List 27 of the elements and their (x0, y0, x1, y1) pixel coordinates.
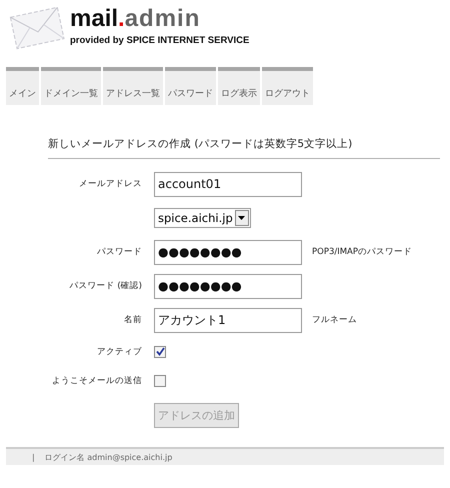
field-label: パスワード (確認) (70, 281, 142, 291)
form-title: 新しいメールアドレスの作成 (パスワードは英数字5文字以上) (48, 137, 354, 151)
logo-text: mail.admin (70, 6, 202, 32)
input-field[interactable]: アカウント1 (154, 308, 302, 332)
checkbox[interactable] (154, 346, 166, 358)
domain-dropdown[interactable]: spice.aichi.jp (154, 208, 251, 228)
input-field[interactable]: ●●●●●●●● (154, 240, 302, 264)
field-label: 名前 (124, 315, 142, 325)
field-hint: フルネーム (312, 314, 357, 326)
field-label: メールアドレス (79, 179, 142, 189)
input-field[interactable]: ●●●●●●●● (154, 274, 302, 298)
caret-icon (238, 216, 246, 220)
field-hint: POP3/IMAPのパスワード (312, 246, 412, 258)
separator: | (32, 452, 35, 462)
tagline: provided by SPICE INTERNET SERVICE (70, 35, 250, 46)
nav-tab[interactable]: ドメイン一覧 (41, 67, 101, 105)
nav-tab[interactable]: メイン (6, 67, 39, 105)
nav-tab[interactable]: アドレス一覧 (103, 67, 163, 105)
login-info: ログイン名 admin@spice.aichi.jp (44, 452, 172, 462)
field-label: パスワード (97, 247, 142, 257)
field-label: ようこそメールの送信 (52, 376, 142, 386)
field-label: アクティブ (97, 346, 142, 356)
nav-tab[interactable]: パスワード (165, 67, 216, 105)
nav-tab[interactable]: ログアウト (262, 67, 313, 105)
checkbox[interactable] (154, 374, 166, 386)
input-field[interactable]: account01 (154, 172, 302, 196)
nav-tab[interactable]: ログ表示 (218, 67, 260, 105)
